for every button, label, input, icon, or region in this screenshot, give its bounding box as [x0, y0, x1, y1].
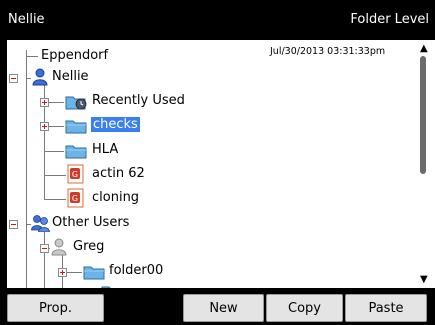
tree-line: [44, 230, 45, 288]
tree-node-greg[interactable]: Greg: [73, 239, 104, 254]
tree-node-folder00[interactable]: folder00: [109, 263, 163, 278]
folder-icon: [83, 266, 105, 280]
prop-button[interactable]: Prop.: [7, 294, 104, 322]
paste-button[interactable]: Paste: [345, 294, 427, 322]
tree-line: [26, 50, 27, 288]
user-icon: [51, 238, 67, 256]
method-file-icon: G: [67, 164, 84, 184]
tree-line: [44, 151, 64, 152]
tree-node-checks[interactable]: checks: [91, 117, 140, 132]
method-file-icon: G: [67, 188, 84, 208]
expand-toggle[interactable]: [40, 122, 49, 131]
expand-toggle[interactable]: [40, 98, 49, 107]
app-frame: Nellie Folder Level Jul/30/2013 03:31:33…: [0, 0, 435, 325]
scrollbar-thumb[interactable]: [420, 56, 426, 174]
folder-tree[interactable]: Jul/30/2013 03:31:33pm Eppendorf Nellie …: [7, 40, 415, 288]
folder-icon: [65, 120, 87, 134]
folder-icon: [101, 286, 111, 288]
recent-folder-icon: [65, 96, 87, 110]
title-bar: Nellie Folder Level: [0, 0, 435, 38]
tree-node-cloning[interactable]: cloning: [92, 190, 139, 205]
tree-line: [44, 199, 66, 200]
tree-line: [44, 175, 66, 176]
tree-node-nellie[interactable]: Nellie: [52, 69, 89, 84]
new-button[interactable]: New: [183, 294, 264, 322]
scroll-up-arrow-icon[interactable]: ▲: [420, 44, 428, 54]
scroll-down-arrow-icon[interactable]: ▼: [420, 275, 428, 285]
collapse-toggle[interactable]: [9, 220, 18, 229]
svg-text:G: G: [72, 170, 78, 179]
button-bar: Prop. New Copy Paste: [0, 289, 435, 325]
tree-node-other-users[interactable]: Other Users: [52, 215, 129, 230]
users-group-icon: [31, 215, 50, 232]
expand-toggle[interactable]: [58, 268, 67, 277]
view-level-title: Folder Level: [350, 12, 429, 27]
folder-icon: [65, 145, 87, 159]
vertical-scrollbar[interactable]: ▲ ▼: [415, 40, 435, 288]
svg-text:G: G: [72, 194, 78, 203]
collapse-toggle[interactable]: [40, 244, 49, 253]
tree-node-recently-used[interactable]: Recently Used: [92, 93, 185, 108]
tree-line: [26, 56, 38, 57]
tree-node-actin-62[interactable]: actin 62: [92, 166, 145, 181]
tree-node-eppendorf[interactable]: Eppendorf: [41, 48, 108, 63]
user-title: Nellie: [8, 12, 45, 27]
timestamp: Jul/30/2013 03:31:33pm: [270, 46, 386, 57]
copy-button[interactable]: Copy: [266, 294, 343, 322]
tree-node-hla[interactable]: HLA: [92, 142, 118, 157]
collapse-toggle[interactable]: [9, 74, 18, 83]
user-icon: [32, 68, 48, 86]
